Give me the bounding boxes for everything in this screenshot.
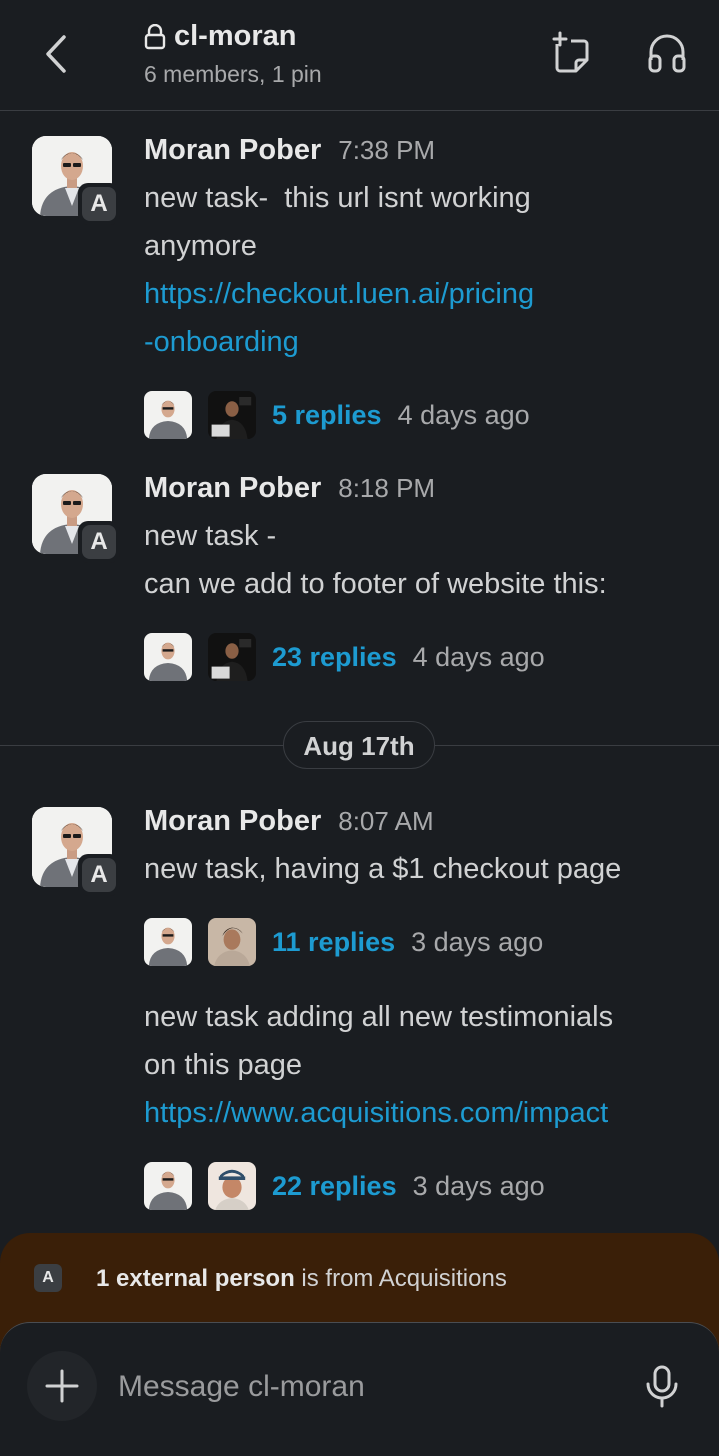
author-name[interactable]: Moran Pober	[144, 805, 321, 838]
thread-reply-count[interactable]: 11 replies	[272, 927, 395, 958]
thread-last-reply: 3 days ago	[412, 1170, 545, 1201]
message-header: Moran Pober 8:18 PM	[144, 472, 435, 505]
thread-participant-avatar	[208, 391, 256, 439]
add-attachment-button[interactable]	[27, 1351, 97, 1421]
thread-participant-avatar	[144, 1162, 192, 1210]
thread-summary[interactable]: 23 replies 4 days ago	[144, 633, 545, 681]
thread-summary[interactable]: 11 replies 3 days ago	[144, 918, 543, 966]
message-time: 7:38 PM	[338, 135, 436, 165]
message-link[interactable]: -onboarding	[144, 318, 299, 366]
channel-title[interactable]: cl-moran	[144, 20, 322, 53]
badge-letter: A	[82, 187, 116, 221]
message-text-line: new task adding all new testimonials	[144, 1001, 614, 1033]
headphones-icon[interactable]	[645, 30, 689, 76]
channel-name: cl-moran	[174, 20, 297, 52]
external-org-text: is from Acquisitions	[294, 1265, 507, 1292]
badge-letter: A	[82, 858, 116, 892]
author-name[interactable]: Moran Pober	[144, 472, 321, 505]
lock-icon	[144, 23, 166, 49]
badge-letter: A	[82, 525, 116, 559]
channel-subtitle: 6 members, 1 pin	[144, 61, 322, 87]
external-org-badge: A	[34, 1264, 62, 1292]
message-text-line: anymore	[144, 230, 257, 262]
message-time: 8:07 AM	[338, 806, 434, 836]
external-count: 1 external person	[96, 1265, 295, 1292]
external-org-badge: A	[78, 183, 120, 225]
external-people-text: 1 external person is from Acquisitions	[96, 1262, 507, 1296]
thread-summary[interactable]: 5 replies 4 days ago	[144, 391, 530, 439]
thread-participant-avatar	[144, 391, 192, 439]
message-text-line: new task -	[144, 520, 277, 552]
thread-participant-avatar	[208, 918, 256, 966]
thread-participant-avatar	[144, 633, 192, 681]
thread-participant-avatar	[208, 633, 256, 681]
thread-last-reply: 4 days ago	[397, 399, 530, 430]
microphone-icon[interactable]	[642, 1364, 682, 1408]
channel-title-area[interactable]: cl-moran 6 members, 1 pin	[144, 20, 322, 88]
message-text-line: new task- this url isnt working	[144, 182, 531, 214]
thread-reply-count[interactable]: 5 replies	[272, 400, 382, 431]
external-org-badge: A	[78, 521, 120, 563]
thread-summary[interactable]: 22 replies 3 days ago	[144, 1162, 545, 1210]
channel-header: cl-moran 6 members, 1 pin	[0, 0, 719, 111]
message-text-line: new task, having a $1 checkout page	[144, 853, 622, 885]
thread-reply-count[interactable]: 22 replies	[272, 1171, 397, 1202]
message-text-line: on this page	[144, 1049, 303, 1081]
message-header: Moran Pober 7:38 PM	[144, 134, 435, 167]
thread-participant-avatar	[144, 918, 192, 966]
message-input[interactable]	[118, 1362, 618, 1412]
thread-participant-avatar	[208, 1162, 256, 1210]
message-header: Moran Pober 8:07 AM	[144, 805, 434, 838]
new-canvas-icon[interactable]	[549, 30, 593, 76]
message-link[interactable]: https://www.acquisitions.com/impact	[144, 1089, 608, 1137]
message-time: 8:18 PM	[338, 473, 436, 503]
message-text-line: can we add to footer of website this:	[144, 568, 607, 600]
chevron-left-icon[interactable]	[38, 34, 78, 74]
thread-last-reply: 3 days ago	[411, 926, 544, 957]
thread-reply-count[interactable]: 23 replies	[272, 642, 397, 673]
thread-last-reply: 4 days ago	[412, 641, 545, 672]
external-org-badge: A	[78, 854, 120, 896]
author-name[interactable]: Moran Pober	[144, 134, 321, 167]
date-divider[interactable]: Aug 17th	[283, 721, 435, 769]
message-link[interactable]: https://checkout.luen.ai/pricing	[144, 270, 534, 318]
plus-icon	[45, 1369, 79, 1403]
